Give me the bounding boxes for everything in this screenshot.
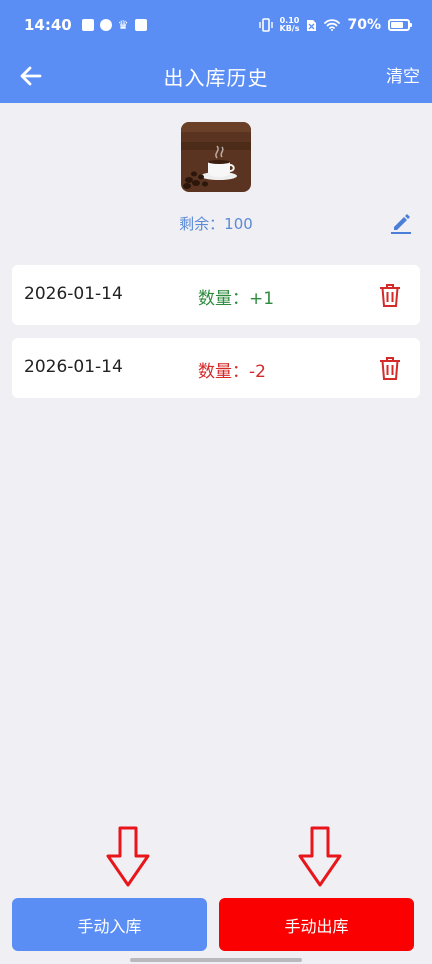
down-arrow-annotation-icon — [106, 826, 150, 887]
delete-trash-icon[interactable] — [376, 354, 404, 382]
video-app-notification-icon — [81, 19, 94, 31]
remaining-count: 剩余：100 — [179, 215, 253, 233]
app-notification-icon — [99, 19, 112, 31]
battery-icon — [388, 19, 412, 31]
battery-percent: 70% — [347, 17, 381, 33]
record-row: 2026-01-14 数量：+1 — [12, 265, 420, 325]
clear-button[interactable]: 清空 — [386, 62, 420, 87]
status-time: 14:40 — [24, 16, 72, 34]
record-row: 2026-01-14 数量：-2 — [12, 338, 420, 398]
message-notification-icon — [134, 19, 147, 31]
product-image — [181, 122, 251, 192]
down-arrow-annotation-icon — [298, 826, 342, 887]
wifi-icon — [324, 19, 341, 31]
status-bar: 14:40 ♛ 0.10 KB/s 70% — [0, 0, 432, 50]
page-title: 出入库历史 — [163, 66, 269, 90]
record-date: 2026-01-14 — [24, 284, 123, 304]
crown-icon: ♛ — [117, 18, 129, 32]
delete-trash-icon[interactable] — [376, 281, 404, 309]
top-bar: 14:40 ♛ 0.10 KB/s 70% 出入库历史 清空 — [0, 0, 432, 103]
net-speed: 0.10 KB/s — [279, 16, 300, 33]
vibrate-icon — [258, 18, 273, 32]
no-sim-icon — [307, 19, 317, 31]
record-quantity: 数量：+1 — [198, 289, 275, 309]
home-indicator[interactable] — [130, 958, 302, 962]
app-bar: 出入库历史 清空 — [0, 50, 432, 103]
manual-stock-out-button[interactable]: 手动出库 — [219, 898, 414, 951]
record-date: 2026-01-14 — [24, 357, 123, 377]
record-quantity: 数量：-2 — [198, 362, 266, 382]
edit-pencil-icon[interactable] — [388, 210, 414, 236]
manual-stock-in-button[interactable]: 手动入库 — [12, 898, 207, 951]
